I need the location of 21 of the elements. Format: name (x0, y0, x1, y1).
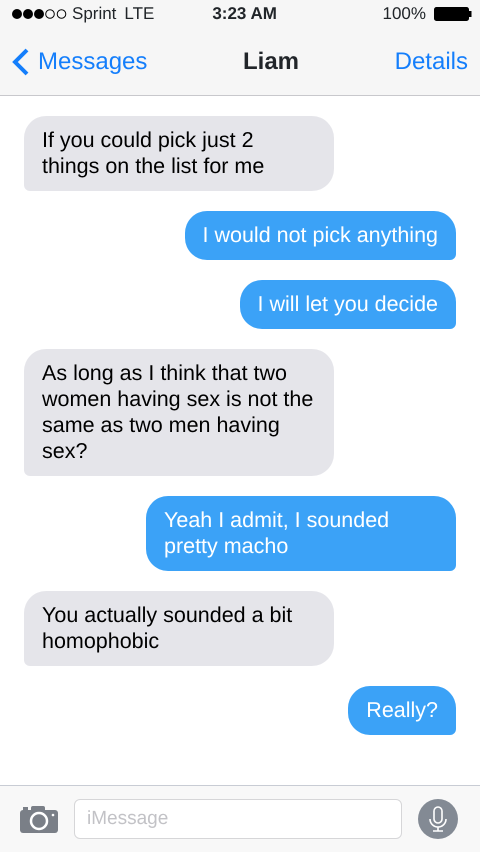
sent-message-bubble: I would not pick anything (184, 211, 456, 260)
clock-time: 3:23 AM (212, 3, 277, 26)
network-type: LTE (124, 3, 154, 26)
received-message-bubble: As long as I think that two women having sex is not the same as two men having sex? (24, 349, 334, 476)
sent-message-bubble: Really? (348, 686, 456, 735)
battery-percent: 100% (382, 3, 426, 26)
microphone-icon[interactable] (418, 799, 458, 839)
conversation-title: Liam (243, 46, 300, 76)
sent-message-bubble: Yeah I admit, I sounded pretty macho (146, 496, 456, 571)
details-button[interactable]: Details (394, 44, 468, 80)
back-label[interactable]: Messages (38, 44, 148, 80)
carrier-name: Sprint (72, 3, 116, 26)
received-message-bubble: If you could pick just 2 things on the list for me (24, 116, 334, 191)
battery-icon (434, 7, 472, 21)
received-message-bubble: You actually sounded a bit homophobic (24, 591, 334, 666)
sent-message-bubble: I will let you decide (240, 280, 456, 329)
message-field[interactable]: iMessage (74, 799, 402, 839)
back-button[interactable]: Messages (12, 44, 148, 80)
signal-icon (12, 8, 68, 20)
camera-icon[interactable] (20, 805, 58, 833)
back-chevron-icon (12, 46, 30, 76)
